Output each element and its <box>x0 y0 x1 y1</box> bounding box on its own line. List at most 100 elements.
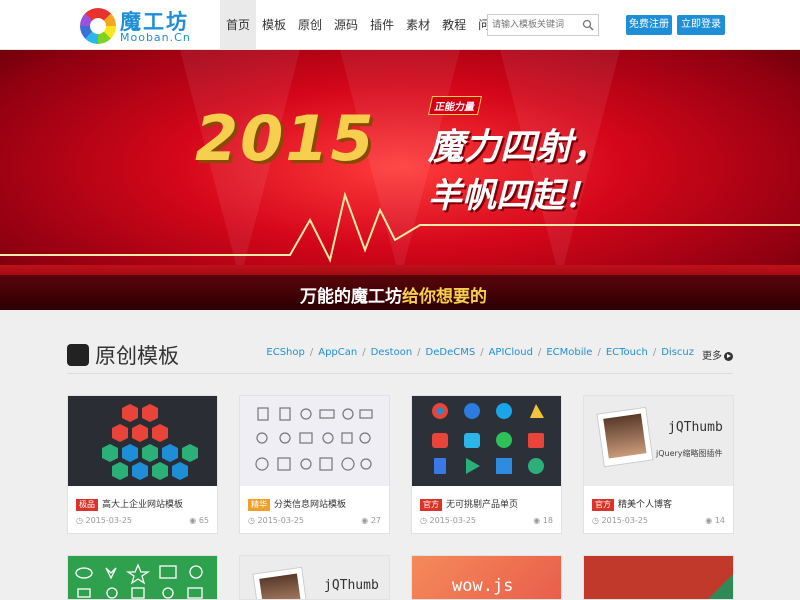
card-meta: ◷ 2015-03-25 ◉ 65 <box>76 516 209 525</box>
card-badge: 官方 <box>592 499 614 511</box>
clock-icon: ◷ <box>592 516 602 525</box>
card-views: ◉ 65 <box>189 516 209 525</box>
search-icon[interactable] <box>582 19 594 31</box>
template-card[interactable] <box>67 555 218 600</box>
card-badge: 精华 <box>248 499 270 511</box>
nav-item-templates[interactable]: 模板 <box>256 0 292 50</box>
outline-icons-graphic <box>75 563 203 599</box>
template-card[interactable]: jQThumb <box>239 555 390 600</box>
nav-item-home[interactable]: 首页 <box>220 0 257 50</box>
template-card[interactable]: wow.js <box>411 555 562 600</box>
banner-year: 2015 <box>195 102 376 175</box>
template-card[interactable] <box>583 555 734 600</box>
banner-subheadline: 羊帆四起！ <box>428 176 598 216</box>
template-thumbnail <box>584 556 733 599</box>
nav-item-materials[interactable]: 素材 <box>400 0 436 50</box>
app-icons-graphic <box>432 403 544 474</box>
eye-icon: ◉ <box>189 516 199 525</box>
nav-item-tutorials[interactable]: 教程 <box>436 0 472 50</box>
logo-domain: Mooban.Cn <box>120 31 191 44</box>
eye-icon: ◉ <box>705 516 715 525</box>
separator: / <box>362 347 366 358</box>
register-button[interactable]: 免费注册 <box>626 15 672 35</box>
clock-icon: ◷ <box>76 516 86 525</box>
template-thumbnail: wow.js <box>412 556 561 599</box>
slogan-part-1: 万能的魔工坊 <box>300 287 402 307</box>
nav-item-source[interactable]: 源码 <box>328 0 364 50</box>
site-logo[interactable]: 魔工坊 Mooban.Cn <box>80 6 200 46</box>
clock-icon: ◷ <box>420 516 430 525</box>
separator: / <box>480 347 484 358</box>
hero-banner[interactable]: 2015 正能力量 魔力四射， 羊帆四起！ 万能的魔工坊给你想要的 <box>0 50 800 310</box>
line-icons-graphic <box>255 407 373 471</box>
thumb-heading: wow.js <box>452 576 514 596</box>
template-thumbnail <box>68 396 217 486</box>
photo-frame <box>596 406 654 468</box>
main-nav: 首页 模板 原创 源码 插件 素材 教程 问答 <box>220 0 508 50</box>
more-link[interactable]: 更多 <box>702 347 733 362</box>
card-title-text: 精美个人博客 <box>618 500 673 510</box>
arrow-right-circle-icon <box>724 351 733 361</box>
card-title-text: 无可挑剔产品单页 <box>446 500 519 510</box>
category-ecshop[interactable]: ECShop <box>266 347 304 362</box>
card-title: 精华 分类信息网站模板 <box>248 497 346 511</box>
thumb-heading: jQThumb <box>324 578 379 593</box>
template-card[interactable]: 极品 高大上企业网站模板 ◷ 2015-03-25 ◉ 65 <box>67 395 218 534</box>
template-thumbnail: jQThumb jQuery缩略图插件 <box>584 396 733 486</box>
card-date: 2015-03-25 <box>257 516 305 525</box>
thumb-heading: jQThumb <box>668 420 723 435</box>
category-dedecms[interactable]: DeDeCMS <box>426 347 476 362</box>
eye-icon: ◉ <box>533 516 543 525</box>
card-view-count: 18 <box>542 516 553 525</box>
banner-tag: 正能力量 <box>427 96 483 115</box>
category-ectouch[interactable]: ECTouch <box>606 347 648 362</box>
category-appcan[interactable]: AppCan <box>318 347 357 362</box>
card-title: 官方 无可挑剔产品单页 <box>420 497 518 511</box>
separator: / <box>309 347 314 358</box>
card-date: 2015-03-25 <box>429 516 477 525</box>
card-meta: ◷ 2015-03-25 ◉ 14 <box>592 516 725 525</box>
template-card[interactable]: 官方 无可挑剔产品单页 ◷ 2015-03-25 ◉ 18 <box>411 395 562 534</box>
card-view-count: 27 <box>370 516 381 525</box>
separator: / <box>652 347 657 358</box>
template-thumbnail: jQThumb <box>240 556 389 599</box>
card-title: 极品 高大上企业网站模板 <box>76 497 183 511</box>
section-title: 原创模板 <box>95 344 179 368</box>
portrait-photo <box>259 573 303 599</box>
card-view-count: 65 <box>198 516 209 525</box>
template-card[interactable]: jQThumb jQuery缩略图插件 官方 精美个人博客 ◷ 2015-03-2… <box>583 395 734 534</box>
card-date: 2015-03-25 <box>85 516 133 525</box>
card-badge: 极品 <box>76 499 98 511</box>
search-input[interactable] <box>488 15 580 35</box>
card-date: 2015-03-25 <box>601 516 649 525</box>
section-icon <box>67 344 89 366</box>
nav-item-plugins[interactable]: 插件 <box>364 0 400 50</box>
slogan-part-2: 给你想要的 <box>402 287 487 307</box>
separator: / <box>537 347 542 358</box>
template-thumbnail <box>68 556 217 599</box>
hexagon-cloud-graphic <box>102 404 198 480</box>
card-view-count: 14 <box>714 516 725 525</box>
original-templates-header: 原创模板 ECShop / AppCan / Destoon / DeDeCMS / A… <box>67 340 733 374</box>
portrait-photo <box>603 413 647 459</box>
login-button[interactable]: 立即登录 <box>677 15 725 35</box>
banner-headline: 魔力四射， <box>428 127 609 168</box>
card-title: 官方 精美个人博客 <box>592 497 672 511</box>
template-card[interactable]: 精华 分类信息网站模板 ◷ 2015-03-25 ◉ 27 <box>239 395 390 534</box>
category-apicloud[interactable]: APICloud <box>489 347 533 362</box>
category-links: ECShop / AppCan / Destoon / DeDeCMS / APIClo… <box>266 347 733 362</box>
separator: / <box>597 347 601 358</box>
template-thumbnail <box>240 396 389 486</box>
thumb-subtitle: jQuery缩略图插件 <box>656 449 723 458</box>
banner-slogan: 万能的魔工坊给你想要的 <box>300 282 487 307</box>
photo-frame <box>252 566 310 599</box>
clock-icon: ◷ <box>248 516 258 525</box>
card-views: ◉ 14 <box>705 516 725 525</box>
category-destoon[interactable]: Destoon <box>371 347 413 362</box>
category-discuz[interactable]: Discuz <box>661 347 694 362</box>
eye-icon: ◉ <box>361 516 371 525</box>
separator: / <box>417 347 421 358</box>
category-ecmobile[interactable]: ECMobile <box>546 347 592 362</box>
nav-item-original[interactable]: 原创 <box>292 0 328 50</box>
card-badge: 官方 <box>420 499 442 511</box>
